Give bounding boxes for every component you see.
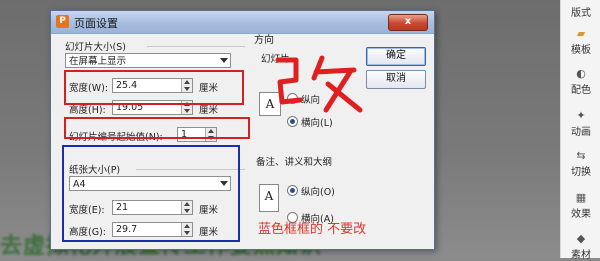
close-icon: x xyxy=(404,16,412,27)
notes-preview-icon: A xyxy=(259,184,279,212)
side-item-transition[interactable]: ⇆ 切换 xyxy=(561,149,600,179)
red-highlight-box xyxy=(64,70,244,105)
notes-orientation-label: 备注、讲义和大纲 xyxy=(256,157,333,168)
side-item-template[interactable]: ▰ 模板 xyxy=(561,27,600,57)
side-item-label: 配色 xyxy=(571,85,591,96)
scrawl-text: 改 xyxy=(270,50,271,51)
material-icon: ◆ xyxy=(576,232,586,245)
section-divider xyxy=(147,46,245,47)
red-highlight-box xyxy=(64,117,250,139)
blue-highlight-box xyxy=(62,145,240,242)
side-item-label: 动画 xyxy=(571,127,591,138)
slide-size-section-label: 幻灯片大小(S) xyxy=(65,42,126,53)
notes-portrait-label: 纵向(O) xyxy=(301,187,335,198)
side-item-layout[interactable]: 版式 xyxy=(561,4,600,19)
chevron-down-icon xyxy=(220,58,228,63)
orientation-section-label: 方向 xyxy=(254,35,274,46)
side-item-material[interactable]: ◆ 素材 xyxy=(561,233,600,261)
dialog-title: 页面设置 xyxy=(74,17,118,30)
dialog-titlebar[interactable]: P 页面设置 x xyxy=(51,11,434,34)
palette-icon: ◐ xyxy=(576,67,586,80)
animation-icon: ✦ xyxy=(576,109,586,122)
cancel-button[interactable]: 取消 xyxy=(366,70,426,89)
effects-icon: ▦ xyxy=(575,191,587,204)
slide-size-selected: 在屏幕上显示 xyxy=(69,56,127,67)
template-icon: ▰ xyxy=(576,27,586,40)
ok-button[interactable]: 确定 xyxy=(366,47,426,66)
app-logo-icon: P xyxy=(56,15,69,28)
side-item-palette[interactable]: ◐ 配色 xyxy=(561,67,600,97)
slide-size-select[interactable]: 在屏幕上显示 xyxy=(65,53,231,68)
side-item-animation[interactable]: ✦ 动画 xyxy=(561,109,600,139)
close-button[interactable]: x xyxy=(388,14,428,31)
side-item-label: 切换 xyxy=(571,167,591,178)
side-item-label: 模板 xyxy=(571,45,591,56)
spin-down-icon[interactable] xyxy=(184,109,190,113)
side-item-label: 版式 xyxy=(571,8,591,19)
notes-portrait-radio[interactable] xyxy=(287,185,298,196)
side-item-effects[interactable]: ▦ 效果 xyxy=(561,191,600,221)
transition-icon: ⇆ xyxy=(576,149,586,162)
side-item-label: 效果 xyxy=(571,209,591,220)
task-pane: 版式 ▰ 模板 ◐ 配色 ✦ 动画 ⇆ 切换 ▦ 效果 ◆ 素材 xyxy=(560,0,600,261)
red-scrawl-annotation: 改 xyxy=(270,50,363,113)
side-item-label: 素材 xyxy=(571,250,591,261)
blue-box-note: 蓝色框框的 不要改 xyxy=(258,222,367,237)
